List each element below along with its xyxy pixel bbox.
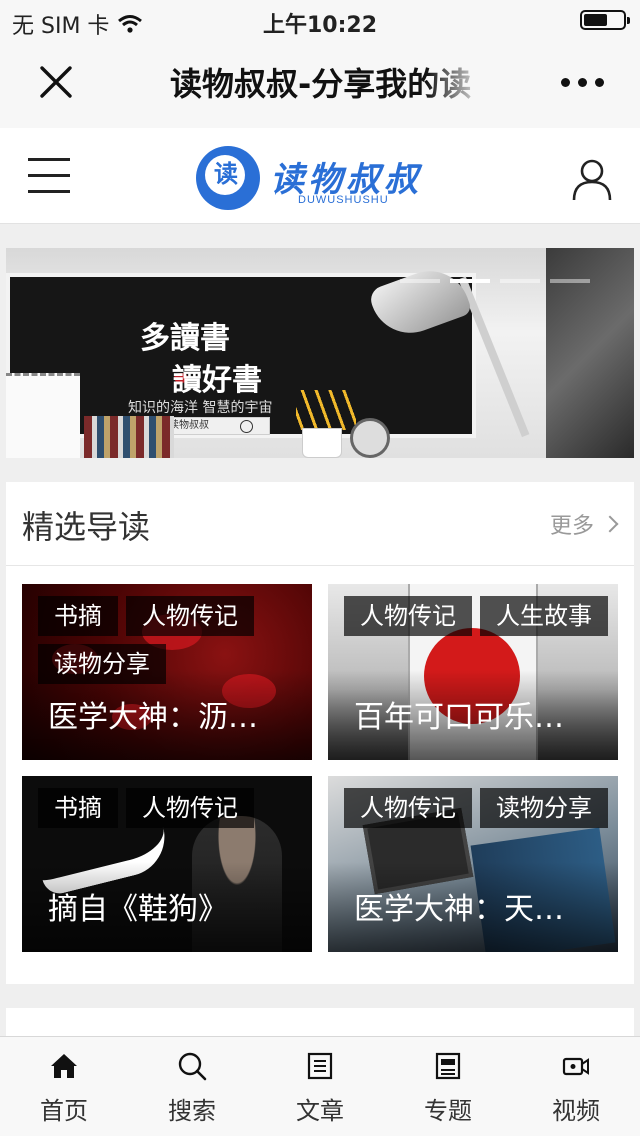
carousel-dot[interactable] [450, 279, 490, 283]
tab-topic[interactable]: 专题 [384, 1037, 512, 1136]
article-card[interactable]: 书摘 人物传记 摘自《鞋狗》 [22, 776, 312, 952]
more-dot [595, 78, 604, 87]
notepad-image [6, 373, 80, 458]
menu-line [28, 190, 70, 193]
tag[interactable]: 人物传记 [126, 596, 254, 636]
chevron-right-icon [601, 515, 619, 533]
carousel-dot[interactable] [400, 279, 440, 283]
tag[interactable]: 书摘 [38, 788, 118, 828]
topic-icon [435, 1052, 461, 1080]
pencil-cup-image [302, 428, 342, 458]
menu-line [28, 158, 70, 161]
tab-label: 搜索 [168, 1097, 216, 1125]
nav-bar: 读物叔叔-分享我的读 [0, 40, 640, 128]
home-icon [51, 1054, 77, 1078]
tab-article[interactable]: 文章 [256, 1037, 384, 1136]
tag[interactable]: 人物传记 [344, 596, 472, 636]
page: 无 SIM 卡 上午10:22 读物叔叔-分享我的读 读 读物叔叔 DUWUSH… [0, 0, 640, 1136]
tag[interactable]: 读物分享 [480, 788, 608, 828]
tab-label: 首页 [40, 1097, 88, 1125]
tag-list: 书摘 人物传记 [38, 788, 308, 828]
logo-badge: 读 [196, 146, 260, 210]
more-label: 更多 [549, 514, 594, 539]
carousel-dot[interactable] [550, 279, 590, 283]
tab-search[interactable]: 搜索 [128, 1037, 256, 1136]
banner-subtitle: 知识的海洋 智慧的宇宙 [128, 400, 273, 416]
article-card[interactable]: 书摘 人物传记 读物分享 医学大神：沥… [22, 584, 312, 760]
books-image [84, 416, 174, 458]
banner-carousel[interactable]: 多讀書 讀好書 知识的海洋 智慧的宇宙 读物叔叔 [6, 248, 634, 458]
carousel-dots [400, 279, 590, 283]
more-dot [578, 78, 587, 87]
battery-icon [580, 10, 630, 30]
tab-home[interactable]: 首页 [0, 1037, 128, 1136]
logo-badge-char: 读 [214, 159, 238, 188]
featured-section: 精选导读 更多 书摘 人物传记 读物分享 医学大神：沥… 人物传记 人生故事 百… [6, 482, 634, 984]
card-title: 医学大神：沥… [48, 700, 258, 735]
status-bar: 无 SIM 卡 上午10:22 [0, 0, 640, 40]
card-title: 百年可口可乐… [354, 700, 564, 735]
tag[interactable]: 人物传记 [126, 788, 254, 828]
article-icon [307, 1052, 333, 1080]
tag-list: 书摘 人物传记 读物分享 [38, 596, 308, 684]
pencils-image [296, 390, 356, 430]
article-card[interactable]: 人物传记 人生故事 百年可口可乐… [328, 584, 618, 760]
status-time: 上午10:22 [262, 13, 378, 38]
banner-line2: 讀好書 [172, 363, 262, 398]
more-icon[interactable] [561, 78, 604, 87]
tag[interactable]: 读物分享 [38, 644, 166, 684]
tag-list: 人物传记 人生故事 [344, 596, 618, 636]
more-link[interactable]: 更多 [549, 508, 619, 540]
search-icon [178, 1052, 207, 1081]
menu-line [28, 174, 70, 177]
site-header: 读 读物叔叔 DUWUSHUSHU [0, 128, 640, 224]
user-icon[interactable] [570, 158, 614, 202]
tab-bar: 首页 搜索 文章 专题 视频 [0, 1036, 640, 1136]
tab-label: 文章 [296, 1097, 344, 1125]
video-icon [562, 1057, 589, 1076]
tag[interactable]: 书摘 [38, 596, 118, 636]
clock-image [350, 418, 390, 458]
close-icon[interactable] [36, 62, 76, 102]
tag[interactable]: 人生故事 [480, 596, 608, 636]
tag[interactable]: 人物传记 [344, 788, 472, 828]
tab-video[interactable]: 视频 [512, 1037, 640, 1136]
hamburger-icon[interactable] [28, 158, 70, 194]
tag-list: 人物传记 读物分享 [344, 788, 618, 828]
section-title: 精选导读 [22, 508, 151, 546]
section-header: 精选导读 更多 [6, 482, 634, 566]
card-title: 摘自《鞋狗》 [48, 892, 228, 927]
card-title: 医学大神：天… [354, 892, 564, 927]
tab-label: 视频 [552, 1097, 600, 1125]
tab-label: 专题 [424, 1097, 472, 1125]
banner-line1: 多讀書 [140, 321, 230, 356]
carousel-dot[interactable] [500, 279, 540, 283]
more-dot [561, 78, 570, 87]
logo-subtitle: DUWUSHUSHU [298, 194, 389, 206]
site-logo[interactable]: 读 读物叔叔 DUWUSHUSHU [196, 144, 426, 214]
nav-title: 读物叔叔-分享我的读 [170, 62, 486, 106]
battery-fill [584, 14, 607, 26]
article-card[interactable]: 人物传记 读物分享 医学大神：天… [328, 776, 618, 952]
